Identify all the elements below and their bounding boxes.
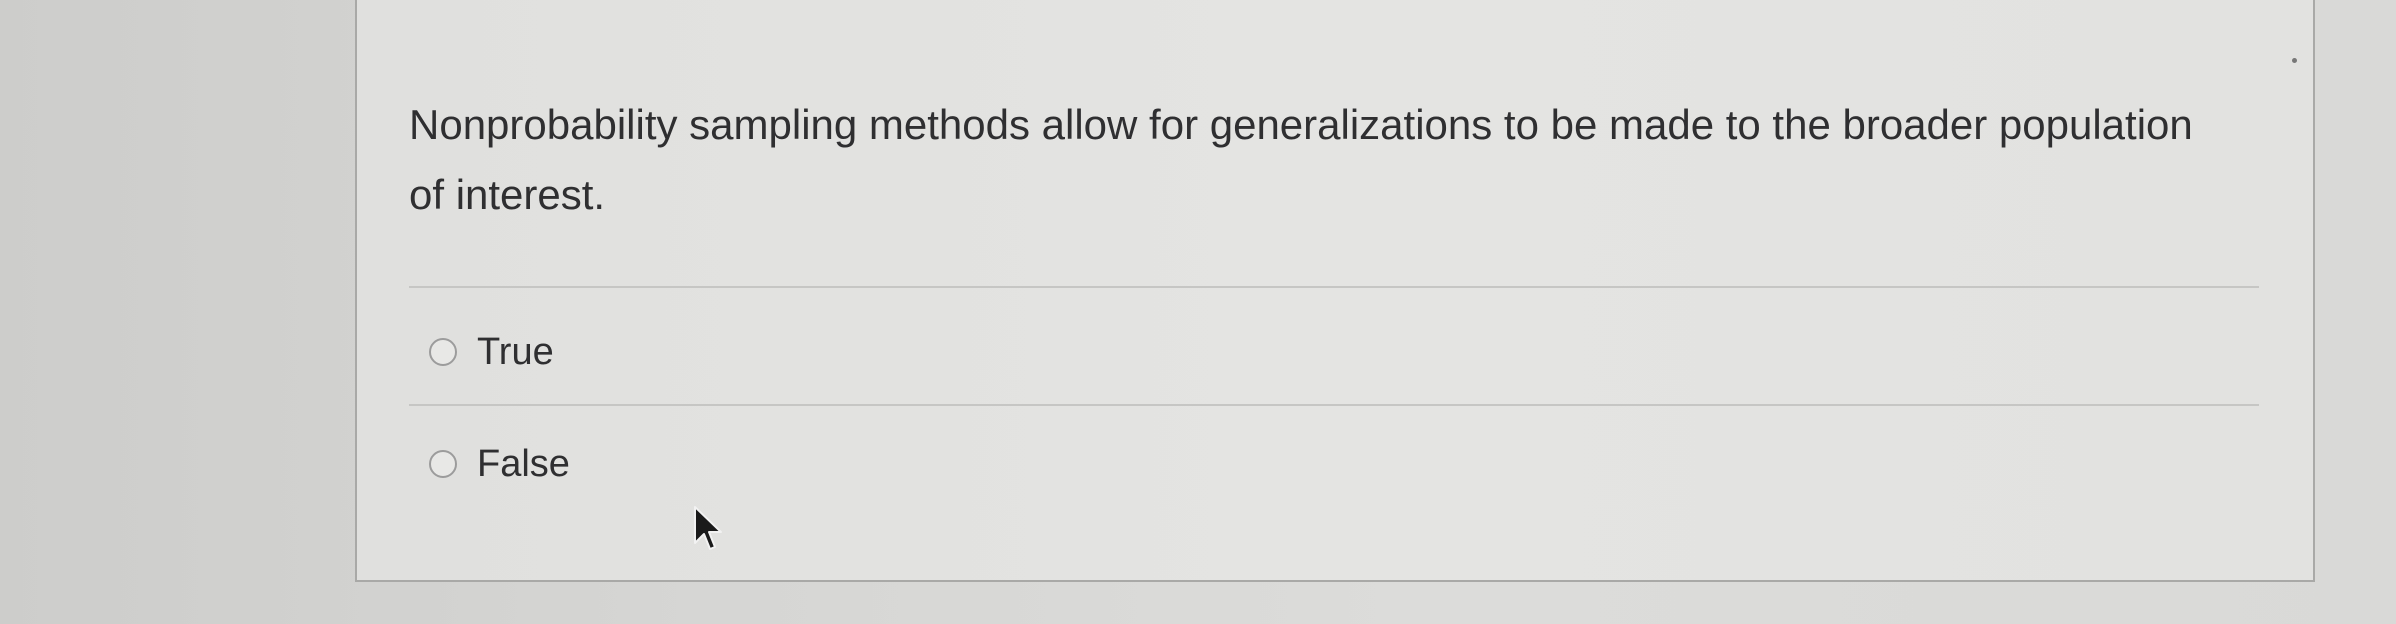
radio-button-icon[interactable]	[429, 338, 457, 366]
option-label: True	[477, 330, 554, 373]
divider	[409, 404, 2259, 406]
option-false[interactable]: False	[429, 434, 570, 494]
card-dot	[2292, 58, 2297, 63]
option-true[interactable]: True	[429, 322, 554, 382]
option-label: False	[477, 442, 570, 485]
mouse-pointer-icon	[694, 506, 722, 550]
question-card: Nonprobability sampling methods allow fo…	[355, 0, 2315, 582]
radio-button-icon[interactable]	[429, 450, 457, 478]
divider	[409, 286, 2259, 288]
question-text: Nonprobability sampling methods allow fo…	[409, 101, 2193, 218]
